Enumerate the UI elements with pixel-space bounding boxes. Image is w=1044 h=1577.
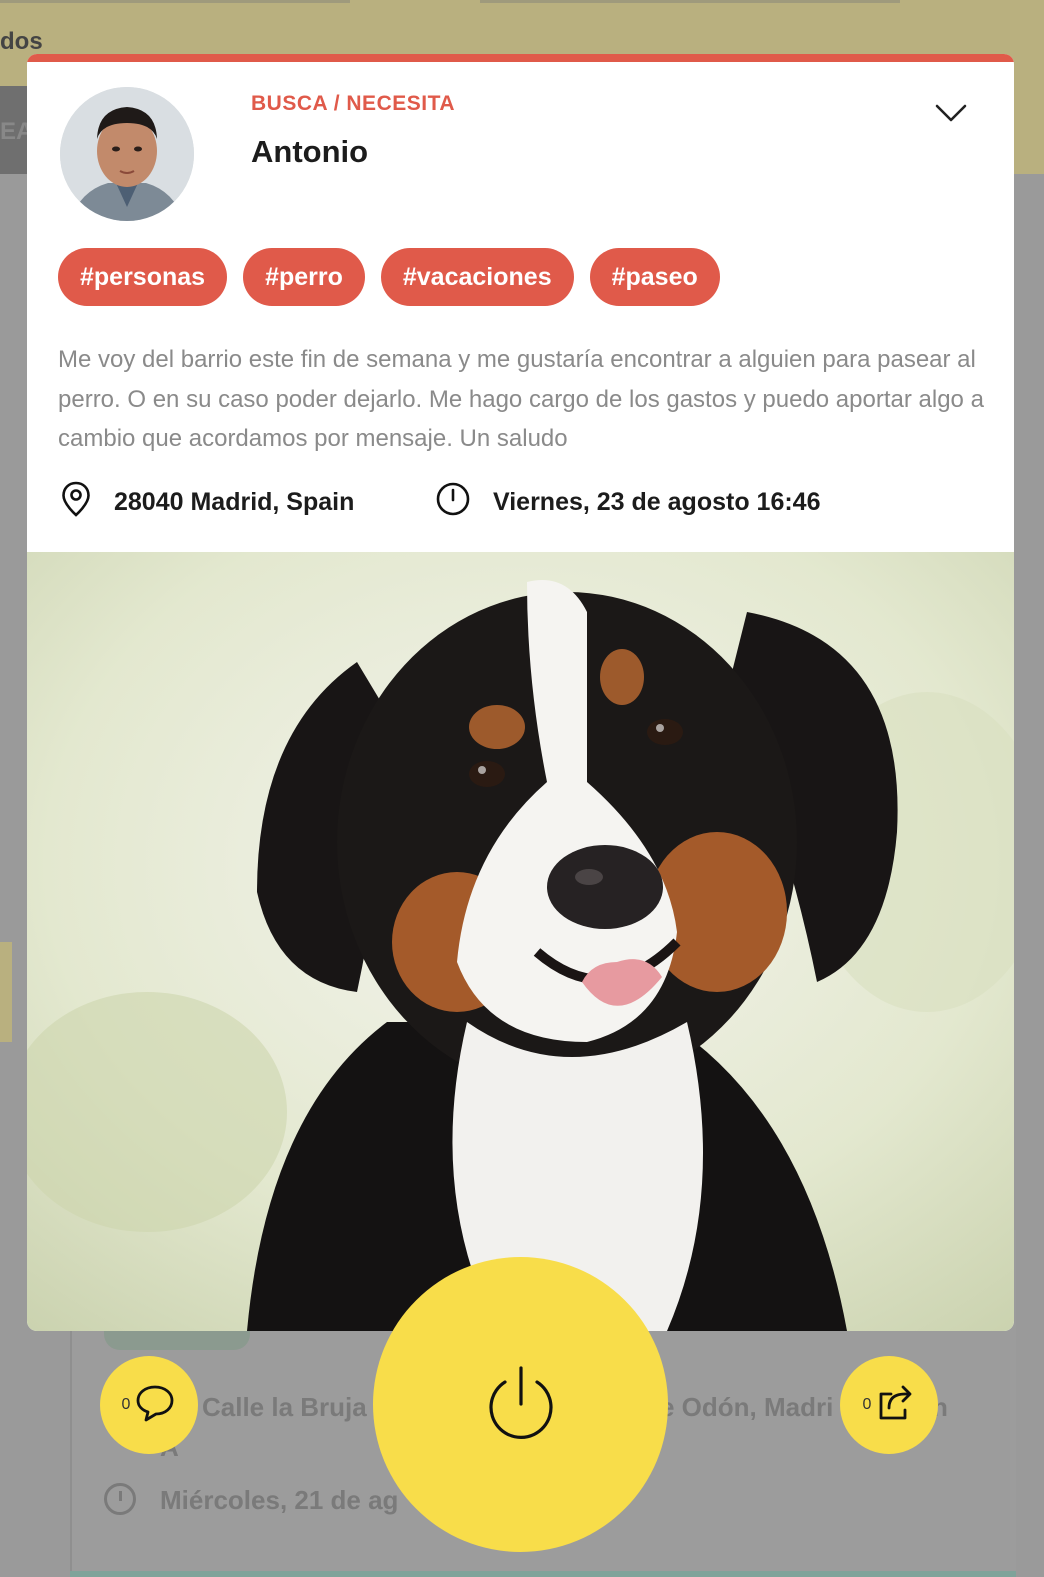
comment-count: 0 [121, 1396, 131, 1413]
share-arrow-icon [875, 1382, 915, 1429]
avatar[interactable] [60, 87, 194, 221]
post-photo-dog [27, 552, 1014, 1331]
modal-accent-bar [27, 54, 1014, 62]
share-count: 0 [862, 1396, 872, 1413]
clock-icon [435, 481, 493, 524]
post-location: 28040 Madrid, Spain [60, 480, 355, 525]
speech-bubble-icon [134, 1382, 176, 1429]
location-text: 28040 Madrid, Spain [114, 487, 355, 516]
chevron-down-icon[interactable] [931, 98, 971, 128]
tag-paseo[interactable]: #paseo [589, 248, 720, 306]
background-header-line [480, 0, 900, 3]
map-pin-icon [60, 480, 114, 525]
tag-personas[interactable]: #personas [58, 248, 228, 306]
tag-list: #personas #perro #vacaciones #paseo [58, 248, 720, 306]
background-header-text: dos [0, 28, 43, 55]
background-location-text: e Odón, Madri [660, 1392, 834, 1422]
post-kind-label: BUSCA / NECESITA [251, 92, 456, 115]
background-side-tab [0, 942, 12, 1042]
background-clock-icon [104, 1483, 136, 1515]
power-button[interactable] [373, 1257, 668, 1552]
comment-button[interactable]: 0 [100, 1356, 198, 1454]
tag-perro[interactable]: #perro [243, 248, 365, 306]
post-description: Me voy del barrio este fin de semana y m… [58, 346, 984, 452]
background-nav-tab: EA [0, 86, 33, 174]
author-name[interactable]: Antonio [251, 134, 368, 170]
share-button[interactable]: 0 [840, 1356, 938, 1454]
power-icon [483, 1362, 559, 1447]
post-datetime: Viernes, 23 de agosto 16:46 [435, 482, 820, 522]
background-time-text: Miércoles, 21 de ag [160, 1485, 399, 1515]
background-divider [70, 1571, 1016, 1577]
post-modal: BUSCA / NECESITA Antonio #personas #perr… [27, 54, 1014, 1331]
background-location-text: Calle la Bruja [202, 1392, 367, 1422]
background-header-line [0, 0, 350, 3]
tag-vacaciones[interactable]: #vacaciones [380, 248, 574, 306]
datetime-text: Viernes, 23 de agosto 16:46 [493, 487, 821, 516]
